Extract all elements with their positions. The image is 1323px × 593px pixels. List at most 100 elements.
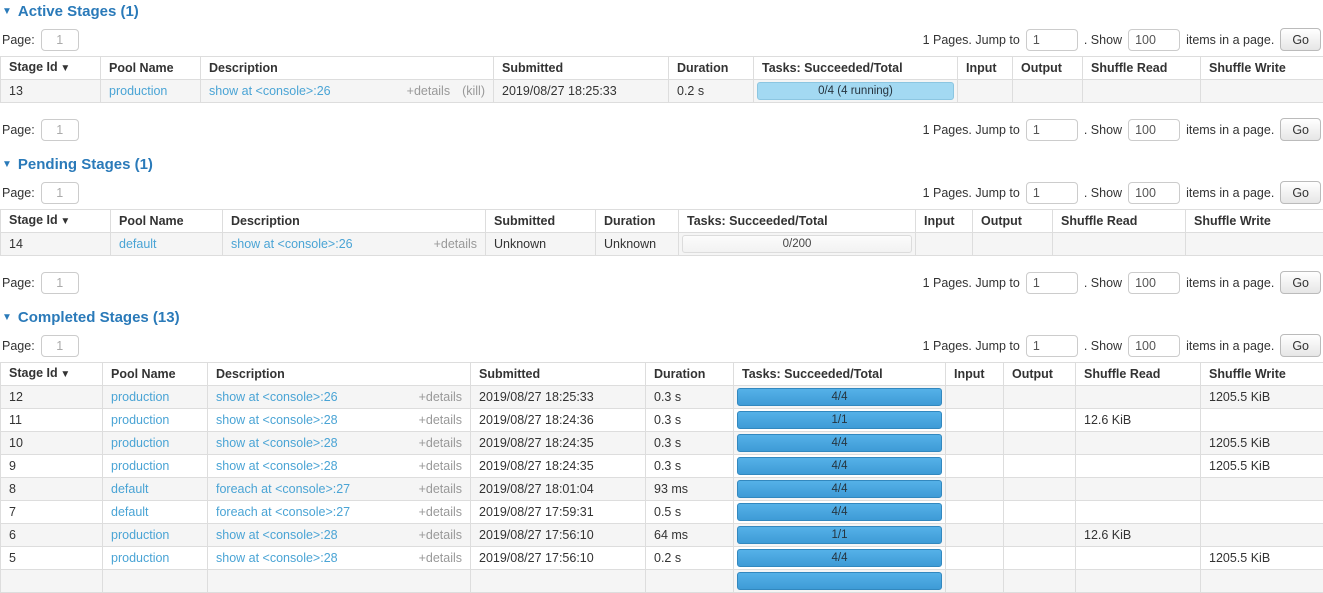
details-toggle[interactable]: +details (419, 482, 462, 497)
stage-description-link[interactable]: show at <console>:28 (216, 551, 338, 566)
page-number-input[interactable] (41, 119, 79, 141)
page-number-input[interactable] (41, 335, 79, 357)
column-header-output[interactable]: Output (973, 210, 1053, 233)
details-toggle[interactable]: +details (419, 528, 462, 543)
jump-to-page-input[interactable] (1026, 335, 1078, 357)
column-header-description[interactable]: Description (223, 210, 486, 233)
pages-count-text: 1 Pages. Jump to (923, 33, 1020, 47)
stage-description-link[interactable]: show at <console>:28 (216, 459, 338, 474)
column-header-stage-id[interactable]: Stage Id ▼ (1, 57, 101, 80)
details-toggle[interactable]: +details (419, 551, 462, 566)
items-per-page-label: items in a page. (1186, 276, 1274, 290)
column-header-submitted[interactable]: Submitted (471, 363, 646, 386)
column-header-shuffle-write[interactable]: Shuffle Write (1201, 363, 1323, 386)
go-button[interactable]: Go (1280, 181, 1321, 204)
stage-description-link[interactable]: show at <console>:26 (209, 84, 331, 99)
page-number-input[interactable] (41, 29, 79, 51)
go-button[interactable]: Go (1280, 118, 1321, 141)
column-header-output[interactable]: Output (1013, 57, 1083, 80)
pagination-bar: Page: 1 Pages. Jump to . Show items in a… (2, 334, 1321, 357)
details-toggle[interactable]: +details (419, 505, 462, 520)
active-stages-table: Stage Id ▼Pool NameDescriptionSubmittedD… (0, 56, 1323, 103)
show-count-input[interactable] (1128, 29, 1180, 51)
stage-description-link[interactable]: show at <console>:26 (231, 237, 353, 252)
page-number-input[interactable] (41, 272, 79, 294)
jump-to-page-input[interactable] (1026, 29, 1078, 51)
stage-description-link[interactable]: show at <console>:26 (216, 390, 338, 405)
stage-description-link[interactable]: show at <console>:28 (216, 436, 338, 451)
pool-name-link[interactable]: production (111, 413, 169, 427)
column-header-tasks-succeeded-total[interactable]: Tasks: Succeeded/Total (734, 363, 946, 386)
go-button[interactable]: Go (1280, 271, 1321, 294)
stage-description-link[interactable]: show at <console>:28 (216, 528, 338, 543)
jump-to-page-input[interactable] (1026, 182, 1078, 204)
section-header-completed-stages[interactable]: ▼ Completed Stages (13) (2, 309, 1321, 326)
column-header-submitted[interactable]: Submitted (486, 210, 596, 233)
details-toggle[interactable]: +details (419, 413, 462, 428)
details-toggle[interactable]: +details (419, 436, 462, 451)
column-header-output[interactable]: Output (1004, 363, 1076, 386)
column-header-stage-id[interactable]: Stage Id ▼ (1, 363, 103, 386)
column-header-tasks-succeeded-total[interactable]: Tasks: Succeeded/Total (754, 57, 958, 80)
pool-name-link[interactable]: production (111, 390, 169, 404)
go-button[interactable]: Go (1280, 334, 1321, 357)
page-number-input[interactable] (41, 182, 79, 204)
column-header-description[interactable]: Description (201, 57, 494, 80)
details-toggle[interactable]: +details (419, 390, 462, 405)
column-header-input[interactable]: Input (958, 57, 1013, 80)
stage-description-link[interactable]: foreach at <console>:27 (216, 482, 350, 497)
pool-name-link[interactable]: production (111, 459, 169, 473)
column-header-shuffle-write[interactable]: Shuffle Write (1186, 210, 1323, 233)
output-cell (973, 233, 1053, 256)
column-header-shuffle-read[interactable]: Shuffle Read (1053, 210, 1186, 233)
section-header-pending-stages[interactable]: ▼ Pending Stages (1) (2, 156, 1321, 173)
submitted-cell: 2019/08/27 18:24:36 (471, 409, 646, 432)
show-count-input[interactable] (1128, 272, 1180, 294)
pool-name-cell: production (103, 409, 208, 432)
show-count-input[interactable] (1128, 119, 1180, 141)
stage-description-link[interactable]: show at <console>:28 (216, 413, 338, 428)
details-toggle[interactable]: +details (419, 459, 462, 474)
duration-cell: Unknown (596, 233, 679, 256)
column-header-input[interactable]: Input (916, 210, 973, 233)
stage-row: 12productionshow at <console>:26+details… (1, 386, 1323, 409)
tasks-progress-bar: 4/4 (737, 388, 942, 406)
pool-name-link[interactable]: default (119, 237, 157, 251)
input-cell (946, 501, 1004, 524)
column-header-tasks-succeeded-total[interactable]: Tasks: Succeeded/Total (679, 210, 916, 233)
show-label: . Show (1084, 276, 1122, 290)
pool-name-link[interactable]: production (111, 528, 169, 542)
column-header-input[interactable]: Input (946, 363, 1004, 386)
section-title-text: Active Stages (1) (18, 3, 139, 20)
pool-name-link[interactable]: production (109, 84, 167, 98)
column-header-duration[interactable]: Duration (646, 363, 734, 386)
show-count-input[interactable] (1128, 182, 1180, 204)
column-header-duration[interactable]: Duration (596, 210, 679, 233)
pool-name-link[interactable]: default (111, 482, 149, 496)
details-toggle[interactable]: +details (434, 237, 477, 252)
jump-to-page-input[interactable] (1026, 272, 1078, 294)
kill-link[interactable]: (kill) (462, 84, 485, 99)
column-header-stage-id[interactable]: Stage Id ▼ (1, 210, 111, 233)
column-header-duration[interactable]: Duration (669, 57, 754, 80)
column-header-shuffle-write[interactable]: Shuffle Write (1201, 57, 1323, 80)
pool-name-link[interactable]: production (111, 551, 169, 565)
jump-to-page-input[interactable] (1026, 119, 1078, 141)
section-header-active-stages[interactable]: ▼ Active Stages (1) (2, 3, 1321, 20)
column-header-shuffle-read[interactable]: Shuffle Read (1083, 57, 1201, 80)
column-header-pool-name[interactable]: Pool Name (111, 210, 223, 233)
column-header-description[interactable]: Description (208, 363, 471, 386)
column-header-shuffle-read[interactable]: Shuffle Read (1076, 363, 1201, 386)
details-toggle[interactable]: +details (407, 84, 450, 99)
column-header-pool-name[interactable]: Pool Name (101, 57, 201, 80)
go-button[interactable]: Go (1280, 28, 1321, 51)
output-cell (1004, 478, 1076, 501)
input-cell (946, 432, 1004, 455)
show-count-input[interactable] (1128, 335, 1180, 357)
tasks-cell: 0/4 (4 running) (754, 80, 958, 103)
stage-description-link[interactable]: foreach at <console>:27 (216, 505, 350, 520)
column-header-pool-name[interactable]: Pool Name (103, 363, 208, 386)
pool-name-link[interactable]: default (111, 505, 149, 519)
pool-name-link[interactable]: production (111, 436, 169, 450)
column-header-submitted[interactable]: Submitted (494, 57, 669, 80)
